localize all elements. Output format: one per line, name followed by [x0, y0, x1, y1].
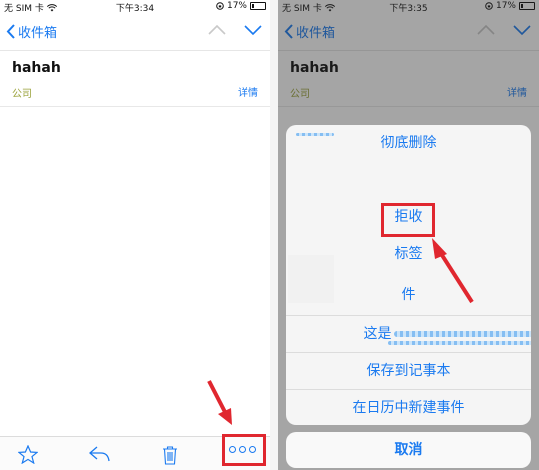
red-arrow-icon [207, 380, 232, 425]
message-sender[interactable]: 公司 [12, 85, 32, 100]
obscured-scribble [296, 133, 334, 136]
action-item-this-is-label: 这是 [363, 326, 392, 342]
obscured-area [288, 255, 334, 303]
divider [270, 0, 278, 470]
action-new-calendar-event[interactable]: 在日历中新建事件 [286, 389, 531, 425]
message-subject: hahah [12, 60, 61, 76]
battery-percent: 17% [226, 1, 247, 11]
chevron-up-icon[interactable] [208, 24, 226, 36]
highlight-box-reject [381, 203, 435, 237]
rotation-lock-icon [216, 2, 224, 10]
action-sheet: 彻底删除 拒收 标签 件 这是 保存到记事本 在日历中新建事件 [286, 125, 531, 425]
status-bar: 无 SIM 卡 下午3:34 17% [0, 0, 270, 14]
trash-icon[interactable] [162, 445, 178, 465]
action-save-to-notes[interactable]: 保存到记事本 [286, 352, 531, 390]
obscured-scribble [394, 331, 531, 337]
battery-icon [250, 2, 266, 10]
status-right: 17% [216, 1, 266, 11]
action-delete-permanently[interactable]: 彻底删除 [286, 125, 531, 162]
mail-screen-before: 无 SIM 卡 下午3:34 17% 收件箱 hahah 公司 详情 [0, 0, 270, 470]
mail-screen-after: 无 SIM 卡 下午3:35 17% 收件箱 hahah 公司 详情 彻底删除 … [278, 0, 539, 470]
message-header: hahah 公司 详情 [0, 50, 270, 107]
cancel-button[interactable]: 取消 [286, 432, 531, 468]
back-label: 收件箱 [18, 26, 58, 41]
star-icon[interactable] [18, 445, 38, 464]
message-nav-arrows [208, 24, 262, 36]
back-to-inbox-button[interactable]: 收件箱 [6, 22, 57, 41]
highlight-box-more [222, 434, 266, 466]
chevron-left-icon [6, 24, 15, 39]
nav-bar: 收件箱 [0, 14, 270, 51]
action-item-blank[interactable] [286, 162, 531, 199]
details-link[interactable]: 详情 [238, 84, 258, 99]
reply-icon[interactable] [88, 445, 110, 463]
obscured-scribble [388, 341, 531, 345]
chevron-down-icon[interactable] [244, 24, 262, 36]
